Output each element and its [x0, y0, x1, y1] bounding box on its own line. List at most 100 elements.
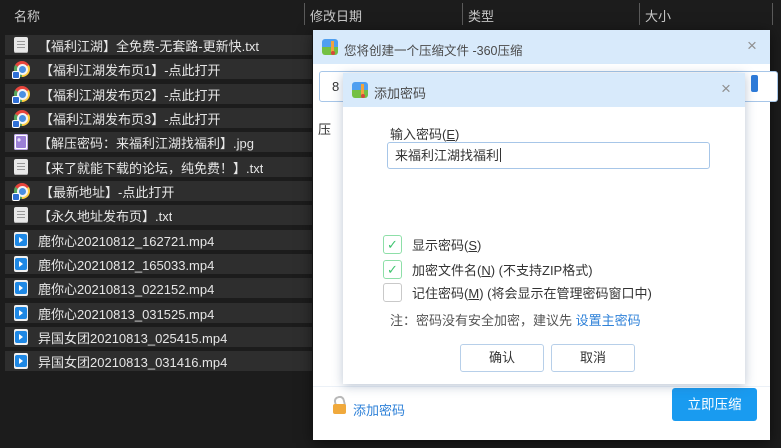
file-name: 鹿你心20210812_162721.mp4 — [38, 231, 214, 250]
text-caret — [500, 148, 501, 162]
360zip-folder-icon — [352, 82, 368, 98]
label-post: ) — [477, 238, 481, 253]
show-password-label: 显示密码(S) — [412, 235, 481, 254]
remember-password-label: 记住密码(M) (将会显示在管理密码窗口中) — [412, 283, 652, 302]
file-name: 【最新地址】-点此打开 — [40, 182, 174, 201]
column-header-type[interactable]: 类型 — [468, 6, 494, 25]
encrypt-filenames-option[interactable]: 加密文件名(N) (不支持ZIP格式) — [383, 260, 593, 279]
encrypt-filenames-checkbox[interactable] — [383, 260, 402, 279]
text-file-icon — [14, 37, 28, 53]
compress-option-label-fragment: 压 — [318, 119, 331, 138]
password-label-post: ) — [455, 127, 459, 142]
unlocked-padlock-icon — [333, 396, 346, 414]
file-row[interactable]: 【来了就能下载的论坛，纯免费！】.txt — [5, 157, 312, 177]
label-post: ) (不支持ZIP格式) — [491, 263, 593, 278]
label-post: ) (将会显示在管理密码窗口中) — [479, 286, 652, 301]
video-file-icon — [14, 232, 28, 248]
video-file-icon — [14, 256, 28, 272]
remember-password-checkbox[interactable] — [383, 283, 402, 302]
show-password-checkbox[interactable] — [383, 235, 402, 254]
cancel-button[interactable]: 取消 — [551, 344, 635, 372]
shortcut-arrow-badge — [12, 96, 20, 104]
compress-dialog-titlebar: 您将创建一个压缩文件 -360压缩 × — [313, 30, 770, 64]
file-name: 鹿你心20210813_022152.mp4 — [38, 279, 214, 298]
file-row[interactable]: 【解压密码：来福利江湖找福利】.jpg — [5, 132, 312, 152]
file-name: 鹿你心20210813_031525.mp4 — [38, 304, 214, 323]
file-name: 【解压密码：来福利江湖找福利】.jpg — [38, 133, 254, 152]
password-label: 输入密码(E) — [390, 124, 459, 143]
browser-shortcut-icon — [14, 183, 30, 199]
file-row[interactable]: 【福利江湖】全免费-无套路-更新快.txt — [5, 35, 312, 55]
file-row[interactable]: 鹿你心20210813_031525.mp4 — [5, 303, 312, 323]
footer-divider — [313, 386, 770, 387]
label-key: S — [468, 238, 477, 253]
file-row[interactable]: 鹿你心20210812_165033.mp4 — [5, 254, 312, 274]
show-password-option[interactable]: 显示密码(S) — [383, 235, 481, 254]
file-name: 鹿你心20210812_165033.mp4 — [38, 255, 214, 274]
browser-shortcut-icon — [14, 61, 30, 77]
file-name: 【永久地址发布页】.txt — [38, 206, 172, 225]
shortcut-arrow-badge — [12, 193, 20, 201]
video-file-icon — [14, 305, 28, 321]
text-file-icon — [14, 207, 28, 223]
password-dialog-title: 添加密码 — [374, 83, 426, 102]
add-password-dialog: 添加密码 × 输入密码(E) 来福利江湖找福利 显示密码(S) 加密文件名(N)… — [343, 73, 745, 384]
encrypt-filenames-label: 加密文件名(N) (不支持ZIP格式) — [412, 260, 593, 279]
close-icon[interactable]: × — [742, 36, 762, 56]
image-file-icon — [14, 134, 28, 150]
column-divider — [772, 3, 773, 25]
browser-shortcut-icon — [14, 110, 30, 126]
security-note-text: 注：密码没有安全加密，建议先 — [390, 313, 576, 328]
file-name: 【福利江湖发布页2】-点此打开 — [40, 85, 221, 104]
file-name: 【福利江湖】全免费-无套路-更新快.txt — [38, 36, 259, 55]
file-row[interactable]: 【最新地址】-点此打开 — [5, 181, 312, 201]
password-input-value: 来福利江湖找福利 — [395, 148, 499, 163]
video-file-icon — [14, 353, 28, 369]
file-row[interactable]: 异国女团20210813_025415.mp4 — [5, 327, 312, 347]
column-divider — [304, 3, 305, 25]
360zip-folder-icon — [322, 39, 338, 55]
archive-filename-text: 8 — [332, 79, 339, 94]
password-dialog-titlebar: 添加密码 × — [343, 73, 745, 107]
shortcut-arrow-badge — [12, 120, 20, 128]
file-row[interactable]: 【福利江湖发布页2】-点此打开 — [5, 84, 312, 104]
video-file-icon — [14, 329, 28, 345]
file-name: 异国女团20210813_025415.mp4 — [38, 328, 227, 347]
confirm-button[interactable]: 确认 — [460, 344, 544, 372]
password-label-key: E — [446, 127, 455, 142]
label-key: N — [481, 263, 490, 278]
column-divider — [462, 3, 463, 25]
browser-shortcut-icon — [14, 86, 30, 102]
column-header-name[interactable]: 名称 — [14, 6, 40, 25]
column-header-modified[interactable]: 修改日期 — [310, 6, 362, 25]
label-pre: 记住密码( — [412, 286, 468, 301]
file-name: 【来了就能下载的论坛，纯免费！】.txt — [38, 158, 263, 177]
label-pre: 显示密码( — [412, 238, 468, 253]
password-label-pre: 输入密码( — [390, 127, 446, 142]
shortcut-arrow-badge — [12, 71, 20, 79]
video-file-icon — [14, 280, 28, 296]
file-name: 【福利江湖发布页1】-点此打开 — [40, 60, 221, 79]
close-icon[interactable]: × — [716, 79, 736, 99]
file-name: 【福利江湖发布页3】-点此打开 — [40, 109, 221, 128]
add-password-link[interactable]: 添加密码 — [353, 400, 405, 419]
file-name: 异国女团20210813_031416.mp4 — [38, 352, 227, 371]
filename-input-button-fragment[interactable] — [751, 75, 758, 92]
file-row[interactable]: 鹿你心20210813_022152.mp4 — [5, 278, 312, 298]
file-row[interactable]: 【永久地址发布页】.txt — [5, 205, 312, 225]
compress-dialog-title: 您将创建一个压缩文件 -360压缩 — [344, 40, 523, 59]
remember-password-option[interactable]: 记住密码(M) (将会显示在管理密码窗口中) — [383, 283, 652, 302]
label-key: M — [468, 286, 479, 301]
file-row[interactable]: 异国女团20210813_031416.mp4 — [5, 351, 312, 371]
password-input[interactable]: 来福利江湖找福利 — [387, 142, 710, 169]
column-divider — [639, 3, 640, 25]
compress-now-button[interactable]: 立即压缩 — [672, 388, 757, 421]
text-file-icon — [14, 159, 28, 175]
label-pre: 加密文件名( — [412, 263, 481, 278]
set-master-password-link[interactable]: 设置主密码 — [576, 313, 641, 328]
column-header-size[interactable]: 大小 — [645, 6, 671, 25]
file-row[interactable]: 【福利江湖发布页1】-点此打开 — [5, 59, 312, 79]
security-note: 注：密码没有安全加密，建议先 设置主密码 — [390, 310, 641, 329]
file-row[interactable]: 鹿你心20210812_162721.mp4 — [5, 230, 312, 250]
file-row[interactable]: 【福利江湖发布页3】-点此打开 — [5, 108, 312, 128]
